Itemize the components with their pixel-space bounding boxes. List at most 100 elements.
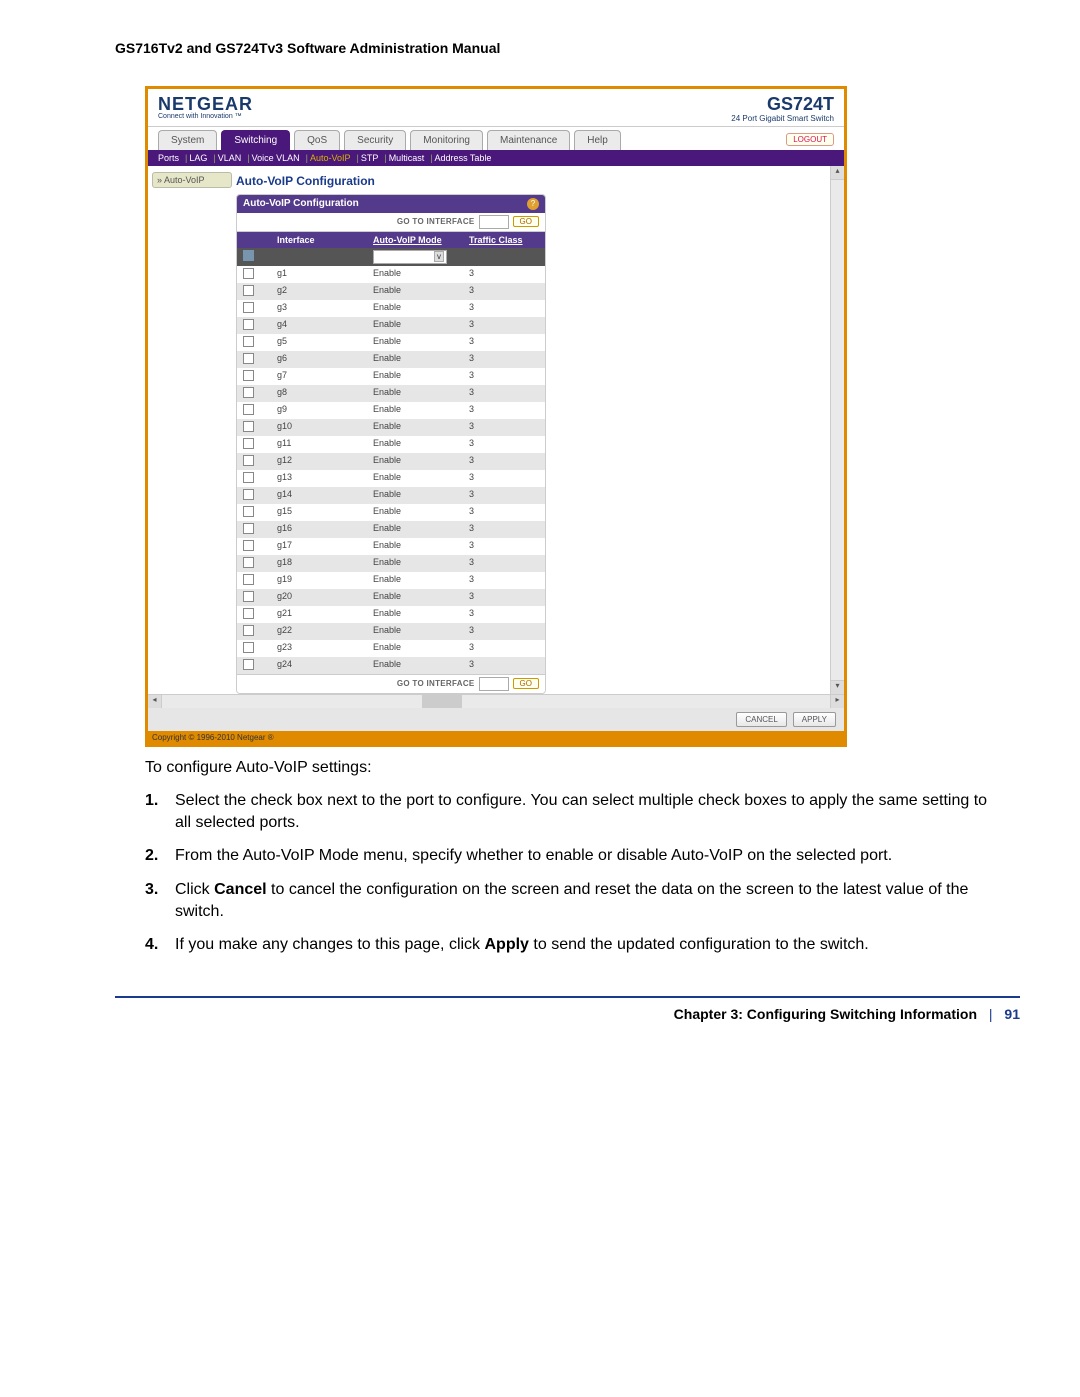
model-name: GS724T: [731, 95, 834, 115]
cell-traffic-class: 3: [463, 385, 545, 402]
row-checkbox[interactable]: [243, 302, 254, 313]
doc-title: GS716Tv2 and GS724Tv3 Software Administr…: [115, 40, 1020, 56]
tab-monitoring[interactable]: Monitoring: [410, 130, 483, 150]
mode-select[interactable]: v: [373, 250, 447, 264]
help-icon[interactable]: ?: [527, 198, 539, 210]
cell-traffic-class: 3: [463, 572, 545, 589]
cell-traffic-class: 3: [463, 470, 545, 487]
cell-traffic-class: 3: [463, 419, 545, 436]
cell-interface: g20: [271, 589, 367, 606]
cell-mode: Enable: [367, 419, 463, 436]
apply-button[interactable]: APPLY: [793, 712, 836, 727]
scroll-right-icon[interactable]: ▸: [830, 695, 844, 708]
row-checkbox[interactable]: [243, 438, 254, 449]
subtab-lag[interactable]: LAG: [189, 153, 207, 163]
app-header: NETGEAR Connect with Innovation ™ GS724T…: [148, 89, 844, 127]
cell-mode: Enable: [367, 657, 463, 674]
row-checkbox[interactable]: [243, 268, 254, 279]
table-row: g20Enable3: [237, 589, 545, 606]
scroll-left-icon[interactable]: ◂: [148, 695, 162, 708]
row-checkbox[interactable]: [243, 387, 254, 398]
table-row: g4Enable3: [237, 317, 545, 334]
side-button-auto-voip[interactable]: » Auto-VoIP: [152, 172, 232, 188]
scroll-thumb[interactable]: [422, 695, 462, 708]
subtab-multicast[interactable]: Multicast: [389, 153, 425, 163]
cell-mode: Enable: [367, 504, 463, 521]
cell-traffic-class: 3: [463, 640, 545, 657]
goto-label-top: GO TO INTERFACE: [397, 217, 475, 226]
row-checkbox[interactable]: [243, 370, 254, 381]
col-mode[interactable]: Auto-VoIP Mode: [367, 232, 463, 248]
scroll-down-icon[interactable]: ▾: [831, 680, 844, 694]
subtab-auto-voip[interactable]: Auto-VoIP: [310, 153, 351, 163]
row-checkbox[interactable]: [243, 591, 254, 602]
select-all-checkbox[interactable]: [243, 250, 254, 261]
cell-mode: Enable: [367, 555, 463, 572]
row-checkbox[interactable]: [243, 625, 254, 636]
goto-input-bottom[interactable]: [479, 677, 509, 691]
row-checkbox[interactable]: [243, 421, 254, 432]
cell-mode: Enable: [367, 572, 463, 589]
cell-interface: g13: [271, 470, 367, 487]
row-checkbox[interactable]: [243, 353, 254, 364]
cell-interface: g21: [271, 606, 367, 623]
horizontal-scrollbar[interactable]: ◂ ▸: [148, 694, 844, 708]
logo-tagline: Connect with Innovation ™: [158, 113, 253, 120]
cell-traffic-class: 3: [463, 504, 545, 521]
go-button-bottom[interactable]: GO: [513, 678, 539, 689]
cell-traffic-class: 3: [463, 453, 545, 470]
tab-security[interactable]: Security: [344, 130, 406, 150]
subtab-vlan[interactable]: VLAN: [218, 153, 242, 163]
table-row: g19Enable3: [237, 572, 545, 589]
subtab-address-table[interactable]: Address Table: [435, 153, 492, 163]
logout-button[interactable]: LOGOUT: [786, 133, 834, 146]
tab-qos[interactable]: QoS: [294, 130, 340, 150]
col-traffic-class[interactable]: Traffic Class: [463, 232, 545, 248]
cell-interface: g6: [271, 351, 367, 368]
table-row: g21Enable3: [237, 606, 545, 623]
goto-label-bottom: GO TO INTERFACE: [397, 679, 475, 688]
tab-system[interactable]: System: [158, 130, 217, 150]
subtab-ports[interactable]: Ports: [158, 153, 179, 163]
go-button-top[interactable]: GO: [513, 216, 539, 227]
row-checkbox[interactable]: [243, 642, 254, 653]
tab-switching[interactable]: Switching: [221, 130, 290, 150]
row-checkbox[interactable]: [243, 506, 254, 517]
row-checkbox[interactable]: [243, 540, 254, 551]
cancel-button[interactable]: CANCEL: [736, 712, 786, 727]
row-checkbox[interactable]: [243, 557, 254, 568]
vertical-scrollbar[interactable]: ▴ ▾: [830, 166, 844, 694]
table-header: Interface Auto-VoIP Mode Traffic Class: [237, 232, 545, 248]
table-row: g13Enable3: [237, 470, 545, 487]
cell-traffic-class: 3: [463, 266, 545, 283]
table-row: g1Enable3: [237, 266, 545, 283]
copyright: Copyright © 1996-2010 Netgear ®: [148, 731, 844, 744]
cell-mode: Enable: [367, 606, 463, 623]
scroll-up-icon[interactable]: ▴: [831, 166, 844, 180]
row-checkbox[interactable]: [243, 319, 254, 330]
row-checkbox[interactable]: [243, 523, 254, 534]
instruction-step: 2.From the Auto-VoIP Mode menu, specify …: [163, 845, 1000, 867]
cell-mode: Enable: [367, 351, 463, 368]
row-checkbox[interactable]: [243, 455, 254, 466]
subtab-stp[interactable]: STP: [361, 153, 379, 163]
col-interface[interactable]: Interface: [271, 232, 367, 248]
cell-traffic-class: 3: [463, 589, 545, 606]
row-checkbox[interactable]: [243, 659, 254, 670]
cell-mode: Enable: [367, 266, 463, 283]
tab-help[interactable]: Help: [574, 130, 621, 150]
row-checkbox[interactable]: [243, 285, 254, 296]
row-checkbox[interactable]: [243, 608, 254, 619]
row-checkbox[interactable]: [243, 336, 254, 347]
instruction-step: 3.Click Cancel to cancel the configurati…: [163, 879, 1000, 922]
row-checkbox[interactable]: [243, 574, 254, 585]
row-checkbox[interactable]: [243, 472, 254, 483]
row-checkbox[interactable]: [243, 489, 254, 500]
row-checkbox[interactable]: [243, 404, 254, 415]
cell-traffic-class: 3: [463, 538, 545, 555]
tab-maintenance[interactable]: Maintenance: [487, 130, 570, 150]
config-panel: Auto-VoIP Configuration ? GO TO INTERFAC…: [236, 194, 546, 694]
subtab-voice-vlan[interactable]: Voice VLAN: [252, 153, 300, 163]
table-row: g9Enable3: [237, 402, 545, 419]
goto-input-top[interactable]: [479, 215, 509, 229]
